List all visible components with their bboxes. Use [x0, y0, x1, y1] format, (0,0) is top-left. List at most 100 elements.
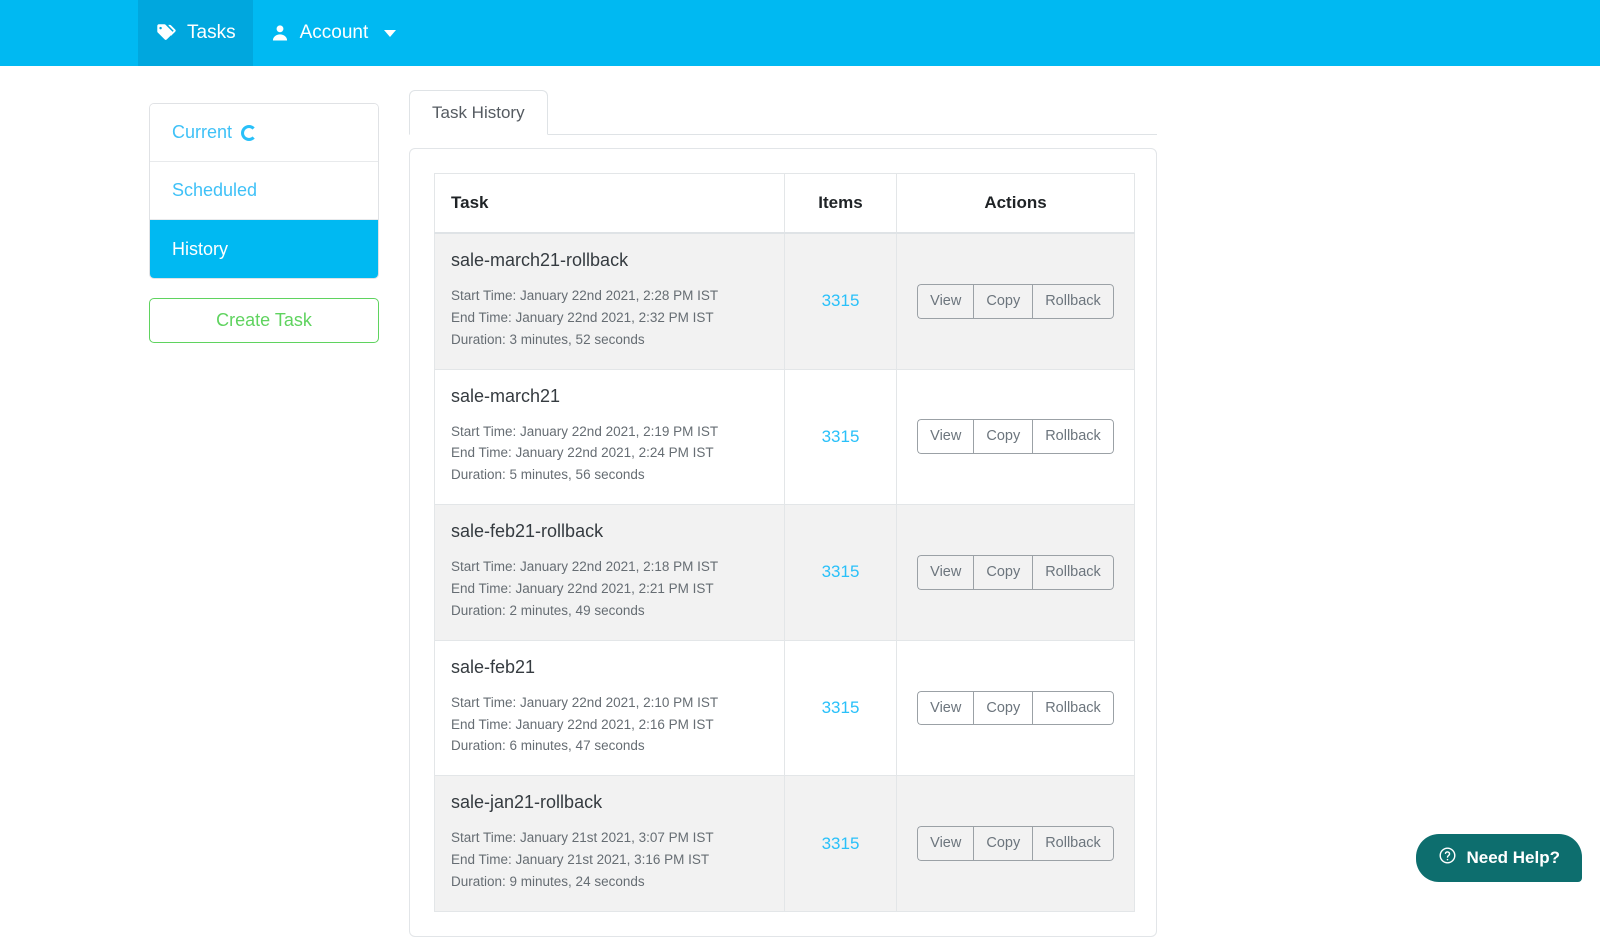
items-cell: 3315 — [784, 639, 897, 777]
table-body: sale-march21-rollback Start Time: Januar… — [434, 232, 1135, 912]
table-header-actions: Actions — [896, 173, 1135, 234]
copy-button[interactable]: Copy — [973, 826, 1033, 862]
items-cell: 3315 — [784, 775, 897, 912]
task-meta: Start Time: January 21st 2021, 3:07 PM I… — [451, 827, 768, 893]
task-duration: Duration: 9 minutes, 24 seconds — [451, 874, 645, 890]
items-count-link[interactable]: 3315 — [822, 834, 860, 853]
task-duration: Duration: 5 minutes, 56 seconds — [451, 467, 645, 483]
view-button[interactable]: View — [917, 555, 974, 590]
items-count-link[interactable]: 3315 — [822, 698, 860, 717]
copy-button[interactable]: Copy — [973, 555, 1033, 590]
task-end-time: End Time: January 22nd 2021, 2:21 PM IST — [451, 581, 714, 597]
sidebar: Current Scheduled History Create Task — [149, 103, 379, 343]
task-duration: Duration: 6 minutes, 47 seconds — [451, 738, 645, 754]
table-header-items: Items — [784, 173, 897, 234]
table-header-task: Task — [434, 173, 785, 234]
items-count-link[interactable]: 3315 — [822, 427, 860, 446]
rollback-button[interactable]: Rollback — [1032, 419, 1114, 455]
action-button-group: View Copy Rollback — [917, 826, 1114, 862]
sidebar-item-current-label: Current — [172, 122, 233, 142]
copy-button[interactable]: Copy — [973, 419, 1033, 455]
items-cell: 3315 — [784, 232, 897, 370]
task-meta: Start Time: January 22nd 2021, 2:19 PM I… — [451, 421, 768, 487]
table-header-row: Task Items Actions — [434, 173, 1135, 234]
table-row: sale-jan21-rollback Start Time: January … — [434, 775, 1135, 912]
page-body: Current Scheduled History Create Task Ta… — [0, 66, 1600, 937]
sidebar-item-current[interactable]: Current — [150, 104, 378, 162]
nav-item-tasks-label: Tasks — [187, 22, 236, 43]
task-name: sale-feb21-rollback — [451, 521, 604, 542]
nav-item-account[interactable]: Account — [253, 0, 414, 66]
task-history-card: Task Items Actions sale-march21-rollback… — [409, 148, 1157, 937]
rollback-button[interactable]: Rollback — [1032, 826, 1114, 862]
task-start-time: Start Time: January 22nd 2021, 2:10 PM I… — [451, 694, 719, 710]
task-cell: sale-feb21-rollback Start Time: January … — [434, 504, 785, 641]
task-duration: Duration: 3 minutes, 52 seconds — [451, 331, 645, 347]
task-start-time: Start Time: January 22nd 2021, 2:18 PM I… — [451, 559, 719, 575]
user-icon — [270, 23, 290, 43]
create-task-button[interactable]: Create Task — [149, 298, 379, 343]
task-meta: Start Time: January 22nd 2021, 2:18 PM I… — [451, 556, 768, 622]
action-button-group: View Copy Rollback — [917, 283, 1114, 319]
need-help-label: Need Help? — [1466, 848, 1560, 867]
chevron-down-icon — [384, 29, 397, 37]
task-cell: sale-march21-rollback Start Time: Januar… — [434, 232, 785, 370]
rollback-button[interactable]: Rollback — [1032, 283, 1114, 319]
actions-cell: View Copy Rollback — [896, 232, 1135, 370]
action-button-group: View Copy Rollback — [917, 555, 1114, 590]
task-cell: sale-feb21 Start Time: January 22nd 2021… — [434, 639, 785, 777]
action-button-group: View Copy Rollback — [917, 419, 1114, 455]
create-task-button-label: Create Task — [216, 310, 312, 330]
task-meta: Start Time: January 22nd 2021, 2:10 PM I… — [451, 692, 768, 758]
need-help-widget[interactable]: Need Help? — [1416, 834, 1582, 882]
task-name: sale-feb21 — [451, 656, 536, 677]
view-button[interactable]: View — [917, 826, 974, 862]
nav-item-account-label: Account — [299, 22, 369, 43]
nav-item-tasks[interactable]: Tasks — [138, 0, 253, 66]
question-circle-icon — [1438, 846, 1457, 870]
task-start-time: Start Time: January 22nd 2021, 2:28 PM I… — [451, 288, 719, 303]
sidebar-item-scheduled-label: Scheduled — [172, 180, 258, 200]
task-start-time: Start Time: January 22nd 2021, 2:19 PM I… — [451, 423, 719, 439]
view-button[interactable]: View — [917, 419, 974, 455]
task-name: sale-jan21-rollback — [451, 792, 603, 813]
items-count-link[interactable]: 3315 — [822, 562, 860, 581]
sidebar-list: Current Scheduled History — [149, 103, 379, 279]
items-cell: 3315 — [784, 368, 897, 506]
sidebar-item-scheduled[interactable]: Scheduled — [150, 162, 378, 220]
view-button[interactable]: View — [917, 283, 974, 319]
spinner-icon — [241, 124, 258, 141]
rollback-button[interactable]: Rollback — [1032, 690, 1114, 726]
task-cell: sale-march21 Start Time: January 22nd 20… — [434, 368, 785, 506]
task-end-time: End Time: January 22nd 2021, 2:32 PM IST — [451, 309, 714, 325]
table-row: sale-march21 Start Time: January 22nd 20… — [434, 368, 1135, 506]
task-end-time: End Time: January 22nd 2021, 2:16 PM IST — [451, 716, 714, 732]
table-head: Task Items Actions — [434, 173, 1135, 234]
actions-cell: View Copy Rollback — [896, 504, 1135, 641]
task-name: sale-march21-rollback — [451, 250, 629, 270]
actions-cell: View Copy Rollback — [896, 775, 1135, 912]
sidebar-item-history-label: History — [172, 238, 229, 259]
items-cell: 3315 — [784, 504, 897, 641]
copy-button[interactable]: Copy — [973, 283, 1033, 319]
tag-icon — [155, 22, 177, 44]
top-navbar: Tasks Account — [0, 0, 1600, 66]
tab-task-history[interactable]: Task History — [409, 90, 548, 135]
rollback-button[interactable]: Rollback — [1032, 555, 1114, 590]
actions-cell: View Copy Rollback — [896, 368, 1135, 506]
sidebar-item-history[interactable]: History — [150, 220, 378, 278]
table-row: sale-feb21-rollback Start Time: January … — [434, 504, 1135, 641]
view-button[interactable]: View — [917, 690, 974, 726]
tab-strip: Task History — [409, 85, 1157, 135]
table-row: sale-march21-rollback Start Time: Januar… — [434, 232, 1135, 370]
items-count-link[interactable]: 3315 — [822, 291, 860, 310]
copy-button[interactable]: Copy — [973, 690, 1033, 726]
task-start-time: Start Time: January 21st 2021, 3:07 PM I… — [451, 830, 714, 846]
table-row: sale-feb21 Start Time: January 22nd 2021… — [434, 639, 1135, 777]
actions-cell: View Copy Rollback — [896, 639, 1135, 777]
task-duration: Duration: 2 minutes, 49 seconds — [451, 602, 645, 618]
action-button-group: View Copy Rollback — [917, 690, 1114, 726]
task-meta: Start Time: January 22nd 2021, 2:28 PM I… — [451, 285, 768, 351]
tab-task-history-label: Task History — [432, 103, 525, 122]
tab-strip-wrapper: Task History — [409, 85, 1157, 135]
